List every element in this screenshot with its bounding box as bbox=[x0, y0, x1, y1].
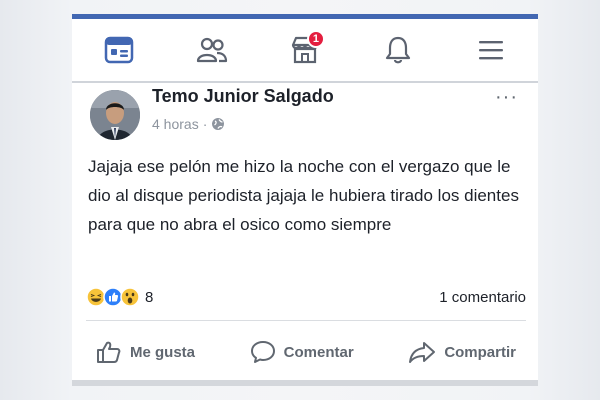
nav-menu[interactable] bbox=[469, 28, 513, 72]
comment-bubble-icon bbox=[250, 341, 275, 363]
like-button[interactable]: Me gusta bbox=[86, 340, 205, 364]
next-post-edge bbox=[72, 380, 538, 386]
share-arrow-icon bbox=[409, 342, 436, 363]
news-feed-icon bbox=[104, 36, 133, 64]
facebook-mobile-screen: 1 Temo Junior Salgado 4 horas · ··· Jaja… bbox=[72, 14, 538, 386]
post-meta: 4 horas · bbox=[152, 116, 225, 132]
post-text: Jajaja ese pelón me hizo la noche con el… bbox=[88, 157, 519, 234]
nav-news-feed[interactable] bbox=[97, 28, 141, 72]
bell-icon bbox=[386, 36, 411, 64]
meta-separator: · bbox=[202, 116, 208, 132]
post-time[interactable]: 4 horas bbox=[152, 116, 199, 132]
avatar[interactable] bbox=[90, 90, 140, 140]
globe-icon bbox=[212, 118, 225, 130]
post-header: Temo Junior Salgado 4 horas · ··· bbox=[84, 86, 530, 146]
comment-count-link[interactable]: 1 comentario bbox=[439, 289, 526, 306]
share-button[interactable]: Compartir bbox=[398, 340, 526, 364]
share-label: Compartir bbox=[444, 343, 516, 361]
reactions-summary[interactable]: 8 bbox=[86, 287, 153, 307]
post-actions: Me gusta Comentar Compartir bbox=[86, 332, 526, 372]
reaction-icons bbox=[86, 287, 140, 307]
thumbs-up-icon bbox=[97, 341, 121, 363]
nav-friends[interactable] bbox=[190, 28, 234, 72]
notification-badge: 1 bbox=[306, 30, 325, 48]
reactions-row: 8 1 comentario bbox=[86, 284, 526, 310]
nav-marketplace[interactable]: 1 bbox=[283, 28, 327, 72]
nav-notifications[interactable] bbox=[376, 28, 420, 72]
divider bbox=[86, 320, 526, 321]
comment-label: Comentar bbox=[283, 343, 354, 361]
wow-icon bbox=[120, 287, 140, 307]
more-options-button[interactable]: ··· bbox=[495, 86, 518, 109]
top-navigation: 1 bbox=[72, 19, 538, 83]
profile-photo bbox=[90, 90, 140, 140]
like-label: Me gusta bbox=[130, 343, 196, 361]
comment-button[interactable]: Comentar bbox=[240, 340, 364, 364]
author-name[interactable]: Temo Junior Salgado bbox=[152, 86, 334, 107]
friends-icon bbox=[196, 37, 227, 63]
menu-icon bbox=[479, 41, 504, 60]
reaction-count: 8 bbox=[145, 288, 154, 306]
